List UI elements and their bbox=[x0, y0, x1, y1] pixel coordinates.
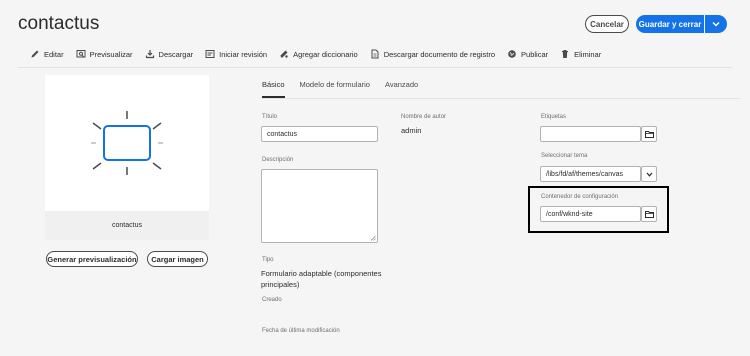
type-label: Tipo bbox=[262, 257, 274, 263]
download-record-document-action[interactable]: Descargar documento de registro bbox=[370, 49, 495, 59]
add-dictionary-action-label: Agregar diccionario bbox=[293, 49, 358, 59]
globe-icon bbox=[508, 50, 516, 58]
theme-label: Seleccionar tema bbox=[541, 153, 588, 159]
preview-icon bbox=[76, 50, 86, 58]
modified-label: Fecha de última modificación bbox=[262, 328, 340, 334]
download-icon bbox=[145, 50, 154, 59]
created-label: Creado bbox=[262, 297, 282, 303]
chevron-down-icon bbox=[646, 172, 652, 177]
edit-action[interactable]: Editar bbox=[30, 49, 64, 59]
author-value: admin bbox=[401, 126, 422, 135]
page-title: contactus bbox=[18, 13, 100, 34]
description-label: Descripción bbox=[262, 157, 294, 163]
property-tabs: Básico Modelo de formulario Avanzado bbox=[262, 80, 433, 98]
action-toolbar: Editar Previsualizar Descargar Iniciar r… bbox=[30, 48, 613, 60]
tags-input[interactable] bbox=[540, 126, 641, 142]
preview-action-label: Previsualizar bbox=[89, 49, 133, 59]
pencil-icon bbox=[31, 50, 39, 58]
toolbar-divider bbox=[18, 67, 732, 68]
publish-action-label: Publicar bbox=[521, 49, 549, 59]
review-icon bbox=[205, 50, 215, 58]
title-input[interactable]: contactus bbox=[261, 126, 378, 142]
tags-browse-button[interactable] bbox=[641, 126, 657, 142]
title-label: Título bbox=[262, 114, 278, 120]
theme-select[interactable]: /libs/fd/af/themes/canvas bbox=[540, 166, 641, 182]
type-value: Formulario adaptable (componentes princi… bbox=[261, 269, 382, 289]
generate-preview-button[interactable]: Generar previsualización bbox=[46, 251, 138, 267]
download-action-label: Descargar bbox=[158, 49, 194, 59]
tags-label: Etiquetas bbox=[541, 114, 567, 120]
tab-basic[interactable]: Básico bbox=[262, 80, 285, 98]
tab-advanced[interactable]: Avanzado bbox=[385, 80, 418, 98]
tabs-underline bbox=[262, 98, 740, 99]
delete-action-label: Eliminar bbox=[574, 49, 602, 59]
start-review-action[interactable]: Iniciar revisión bbox=[205, 49, 267, 59]
edit-action-label: Editar bbox=[44, 49, 64, 59]
resize-handle-icon bbox=[370, 235, 376, 241]
dictionary-icon bbox=[280, 50, 288, 58]
highlight-box bbox=[528, 186, 669, 233]
chevron-down-icon bbox=[712, 21, 720, 27]
form-thumbnail bbox=[45, 75, 209, 211]
form-placeholder-icon bbox=[91, 111, 163, 175]
download-action[interactable]: Descargar bbox=[145, 49, 194, 59]
theme-dropdown-button[interactable] bbox=[641, 166, 657, 182]
add-dictionary-action[interactable]: Agregar diccionario bbox=[279, 49, 358, 59]
document-icon bbox=[371, 49, 379, 59]
cancel-button[interactable]: Cancelar bbox=[585, 15, 629, 33]
save-options-dropdown-button[interactable] bbox=[705, 15, 727, 33]
save-and-close-button[interactable]: Guardar y cerrar bbox=[636, 15, 704, 33]
download-record-document-action-label: Descargar documento de registro bbox=[383, 49, 496, 59]
delete-action[interactable]: Eliminar bbox=[560, 49, 601, 59]
preview-action[interactable]: Previsualizar bbox=[76, 49, 133, 59]
start-review-action-label: Iniciar revisión bbox=[219, 49, 268, 59]
tab-form-model[interactable]: Modelo de formulario bbox=[300, 80, 370, 98]
author-label: Nombre de autor bbox=[401, 114, 447, 120]
description-textarea[interactable] bbox=[261, 169, 378, 243]
thumbnail-caption: contactus bbox=[45, 211, 209, 240]
folder-icon bbox=[644, 130, 654, 138]
publish-action[interactable]: Publicar bbox=[507, 49, 548, 59]
trash-icon bbox=[562, 50, 569, 58]
upload-image-button[interactable]: Cargar imagen bbox=[147, 251, 208, 267]
